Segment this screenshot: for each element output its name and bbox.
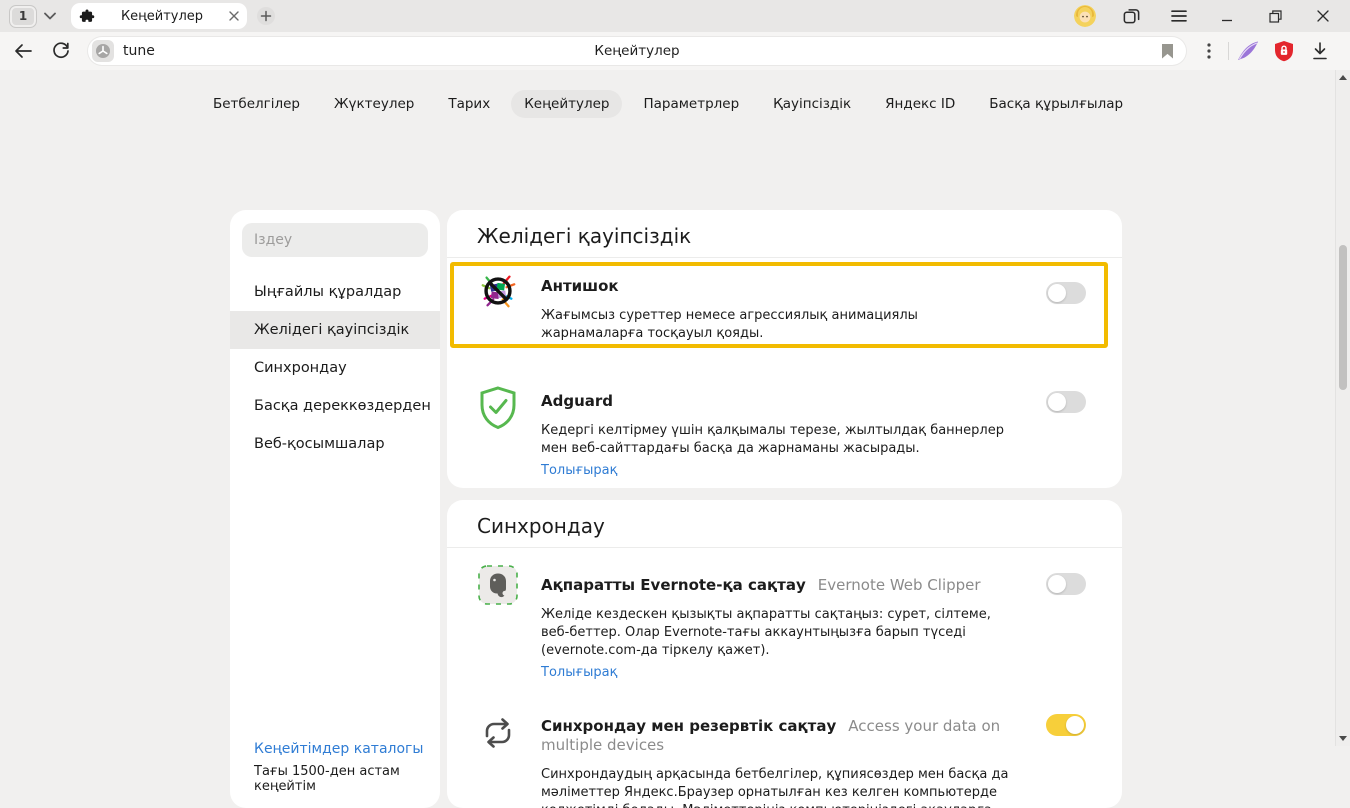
antishock-toggle[interactable]	[1046, 282, 1086, 304]
active-tab[interactable]: Кеңейтулер	[71, 3, 247, 29]
more-details-link[interactable]: Толығырақ	[541, 463, 617, 478]
address-bar[interactable]: tune Кеңейтулер	[88, 37, 1186, 65]
section-network-security: Желідегі қауіпсіздік	[447, 210, 1122, 488]
toggle-knob	[1048, 575, 1066, 593]
browser-toolbar: tune Кеңейтулер	[0, 32, 1350, 70]
window-minimize-icon[interactable]	[1214, 3, 1240, 29]
extension-row-evernote: Ақпаратты Evernote-қа сақтау Evernote Web…	[447, 548, 1122, 698]
section-sync: Синхрондау Ақпаратты Evernote-қа сақтау E…	[447, 500, 1122, 808]
profile-avatar[interactable]	[1074, 5, 1096, 27]
protect-shield-icon[interactable]	[1269, 36, 1299, 66]
nav-tab-security[interactable]: Қауіпсіздік	[760, 90, 864, 118]
extension-name: Adguard	[541, 392, 613, 410]
scrollbar-up-arrow-icon[interactable]	[1339, 75, 1347, 80]
extension-description: Жағымсыз суреттер немесе агрессиялық ани…	[541, 307, 1012, 343]
sidebar-item-handy-tools[interactable]: Ыңғайлы құралдар	[230, 273, 440, 311]
adguard-toggle[interactable]	[1046, 391, 1086, 413]
window-restore-icon[interactable]	[1262, 3, 1288, 29]
puzzle-extension-icon	[79, 8, 95, 24]
section-title: Желідегі қауіпсіздік	[447, 210, 1122, 258]
reload-icon[interactable]	[46, 36, 76, 66]
back-icon[interactable]	[8, 36, 38, 66]
extension-row-adguard: Adguard Кедергі келтірмеу үшін қалқымалы…	[447, 357, 1122, 488]
toggle-knob	[1048, 393, 1066, 411]
tune-page-favicon	[92, 40, 114, 62]
search-input[interactable]	[242, 223, 428, 257]
nav-tab-bookmarks[interactable]: Бетбелгілер	[200, 90, 313, 118]
scrollbar-thumb[interactable]	[1339, 245, 1347, 390]
scrollbar-down-arrow-icon[interactable]	[1339, 736, 1347, 741]
toggle-knob	[1066, 716, 1084, 734]
bookmark-flag-icon[interactable]	[1161, 43, 1174, 59]
extension-description: Кедергі келтірмеу үшін қалқымалы терезе,…	[541, 422, 1012, 458]
window-close-icon[interactable]	[1310, 3, 1336, 29]
yandex-pen-extension-icon[interactable]	[1233, 36, 1263, 66]
extension-description: Синхрондаудың арқасында бетбелгілер, құп…	[541, 766, 1012, 808]
downloads-icon[interactable]	[1305, 36, 1335, 66]
menu-hamburger-icon[interactable]	[1166, 3, 1192, 29]
toolbar-divider	[1228, 42, 1229, 60]
extension-description: Желіде кездескен қызықты ақпаратты сақта…	[541, 606, 1012, 660]
evernote-icon	[477, 564, 519, 606]
antishock-icon	[477, 270, 519, 312]
nav-tab-other-devices[interactable]: Басқа құрылғылар	[976, 90, 1136, 118]
evernote-toggle[interactable]	[1046, 573, 1086, 595]
extensions-catalog-note: Тағы 1500-ден астам кеңейтім	[254, 764, 440, 794]
nav-tab-downloads[interactable]: Жүктеулер	[321, 90, 427, 118]
tabs-chevron-down-icon[interactable]	[37, 3, 63, 29]
tab-panels-icon[interactable]	[1118, 3, 1144, 29]
nav-tab-extensions[interactable]: Кеңейтулер	[511, 90, 622, 118]
nav-tab-settings[interactable]: Параметрлер	[630, 90, 752, 118]
extension-name: Ақпаратты Evernote-қа сақтау	[541, 576, 806, 594]
tab-close-icon[interactable]	[229, 11, 239, 21]
sidebar-item-web-apps[interactable]: Веб-қосымшалар	[230, 425, 440, 463]
tab-title: Кеңейтулер	[95, 9, 229, 24]
tab-counter-button[interactable]: 1	[9, 5, 37, 28]
section-title: Синхрондау	[447, 500, 1122, 548]
toggle-knob	[1048, 284, 1066, 302]
sync-backup-toggle[interactable]	[1046, 714, 1086, 736]
more-details-link[interactable]: Толығырақ	[541, 665, 617, 680]
adguard-shield-icon	[477, 387, 519, 429]
url-text: tune	[123, 43, 155, 59]
extension-subtitle: Evernote Web Clipper	[818, 576, 981, 594]
settings-page: Бетбелгілер Жүктеулер Тарих Кеңейтулер П…	[0, 70, 1350, 746]
nav-tab-yandex-id[interactable]: Яндекс ID	[872, 90, 968, 118]
nav-tab-history[interactable]: Тарих	[435, 90, 503, 118]
tab-strip: 1 Кеңейтулер	[0, 0, 1350, 32]
settings-nav: Бетбелгілер Жүктеулер Тарих Кеңейтулер П…	[0, 90, 1336, 118]
extension-row-antishock: Антишок Жағымсыз суреттер немесе агресси…	[447, 258, 1122, 357]
toolbar-more-dots-icon[interactable]	[1194, 36, 1224, 66]
extensions-catalog-link[interactable]: Кеңейтімдер каталогы	[254, 741, 440, 757]
extension-name: Антишок	[541, 277, 619, 295]
extensions-sidebar: Ыңғайлы құралдар Желідегі қауіпсіздік Си…	[230, 210, 440, 808]
extension-row-sync-backup: Синхрондау мен резервтік сақтауAccess yo…	[447, 698, 1122, 808]
sync-icon	[477, 712, 519, 754]
sidebar-item-network-security[interactable]: Желідегі қауіпсіздік	[230, 311, 440, 349]
address-bar-page-title: Кеңейтулер	[88, 43, 1186, 59]
extension-name: Синхрондау мен резервтік сақтау	[541, 717, 836, 735]
sidebar-item-sync[interactable]: Синхрондау	[230, 349, 440, 387]
page-scrollbar[interactable]	[1335, 70, 1350, 746]
new-tab-button[interactable]	[253, 3, 279, 29]
sidebar-item-other-sources[interactable]: Басқа дереккөздерден	[230, 387, 440, 425]
browser-window: 1 Кеңейтулер	[0, 0, 1350, 746]
